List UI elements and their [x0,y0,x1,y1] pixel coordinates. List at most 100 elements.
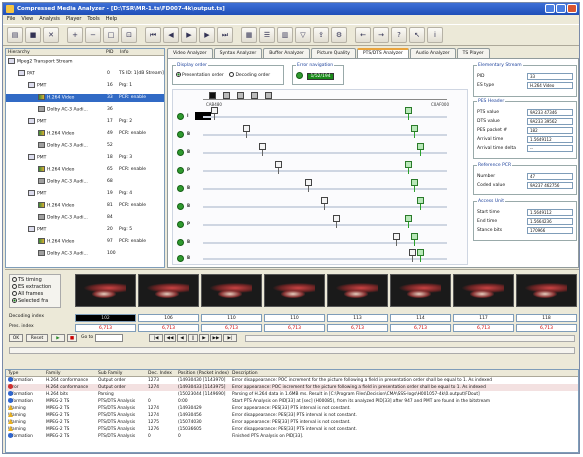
menu-file[interactable]: File [7,15,15,24]
menu-help[interactable]: Help [106,15,117,24]
log-row[interactable]: Warning MPEG-2 TS PTS/DTS Analysis 1274 (149… [6,412,578,419]
dts-marker[interactable] [211,107,218,114]
pres-index-cell[interactable]: 6,713 [390,324,451,332]
frame-status-dot[interactable] [177,131,184,138]
zoom-out-button[interactable]: − [85,27,101,43]
frame-status-dot[interactable] [177,113,184,120]
tree-item[interactable]: H.264 Video 33 PCR: enable [6,94,164,102]
about-button[interactable]: i [427,27,443,43]
play-green-button[interactable]: ▶ [51,334,65,342]
tree-item[interactable]: PMT 17 Prg: 2 [6,118,164,126]
frame-thumbnail[interactable] [390,274,451,307]
goto-input[interactable] [95,334,123,342]
pts-marker[interactable] [417,197,424,204]
decoding-index-cell[interactable]: 110 [201,314,262,322]
view-option-selected-fra[interactable]: Selected fra [12,298,58,305]
tree-item[interactable]: Dolby AC-3 Audi... 52 [6,142,164,150]
log-row[interactable]: Information H.264 conformance Output order… [6,377,578,384]
pres-index-cell[interactable]: 6,713 [138,324,199,332]
step-back-button[interactable]: ◀ [177,334,187,342]
tab-video-analyzer[interactable]: Video Analyzer [167,48,213,58]
menu-player[interactable]: Player [66,15,82,24]
frame-thumbnail[interactable] [75,274,136,307]
tab-picture-quality[interactable]: Picture Quality [310,48,356,58]
prev-frame-button[interactable]: ◀◀ [164,334,176,342]
tree-col-hierarchy[interactable]: Hierarchy [6,49,104,55]
decoding-index-cell[interactable]: 118 [516,314,577,322]
field-value[interactable]: 170966 [527,227,573,234]
tab-audio-analyzer[interactable]: Audio Analyzer [409,48,456,58]
open-button[interactable]: ▤ [7,27,23,43]
tab-buffer-analyzer[interactable]: Buffer Analyzer [263,48,310,58]
pts-marker[interactable] [411,233,418,240]
pts-marker[interactable] [405,215,412,222]
log-col-family[interactable]: Family [46,370,97,377]
frame-thumbnail[interactable] [516,274,577,307]
log-col-description[interactable]: Description [232,370,576,377]
maximize-button[interactable] [556,4,566,13]
pointer-button[interactable]: ↖ [409,27,425,43]
menu-view[interactable]: View [21,15,33,24]
field-value[interactable]: -- [527,145,573,152]
dts-marker[interactable] [259,143,266,150]
view-option-ts-timing[interactable]: TS timing [12,277,58,284]
first-frame-button[interactable]: |◀ [149,334,163,342]
pres-index-cell[interactable]: 6,713 [264,324,325,332]
log-row[interactable]: Error H.264 conformance Output order 1274 (1… [6,384,578,391]
tree-item[interactable]: Dolby AC-3 Audi... 36 [6,106,164,114]
field-value[interactable]: 9A233 47346 [527,109,573,116]
grid-button[interactable]: ▦ [241,27,257,43]
log-row[interactable]: Warning MPEG-2 TS PTS/DTS Analysis 1275 (150… [6,419,578,426]
frame-status-dot[interactable] [177,149,184,156]
ok-button[interactable]: OK [9,334,23,342]
tree-col-info[interactable]: Info [118,49,129,55]
tree-item[interactable]: Dolby AC-3 Audi... 100 [6,250,164,258]
decoding-index-cell[interactable]: 110 [264,314,325,322]
tree-col-pid[interactable]: PID [104,49,118,55]
log-row[interactable]: Warning MPEG-2 TS PTS/DTS Analysis 1274 (149… [6,405,578,412]
pts-marker[interactable] [417,249,424,256]
timeline-scrollbar[interactable] [9,347,575,354]
reset-button[interactable]: Reset [26,334,48,342]
tree-item[interactable]: Dolby AC-3 Audi... 68 [6,178,164,186]
pts-marker[interactable] [405,107,412,114]
zoom-select-button[interactable]: ⊡ [121,27,137,43]
dts-marker[interactable] [243,125,250,132]
log-row[interactable]: Information MPEG-2 TS PTS/DTS Analysis 0 0 Fi… [6,433,578,440]
first-button[interactable]: ⏮ [145,27,161,43]
log-col-dec-index[interactable]: Dec. Index [148,370,177,377]
radio-presentation-order[interactable]: Presentation order [176,72,224,78]
menu-analysis[interactable]: Analysis [39,15,60,24]
close-button[interactable] [567,4,577,13]
log-col-position-packet-index-[interactable]: Position (Packet index) [178,370,231,377]
field-value[interactable]: 33 [527,73,573,80]
menu-tools[interactable]: Tools [87,15,99,24]
tree-item[interactable]: PMT 18 Prg: 3 [6,154,164,162]
decoding-index-cell[interactable]: 114 [390,314,451,322]
pres-index-cell[interactable]: 6,713 [201,324,262,332]
error-nav-value[interactable]: 1/52/194 [307,73,334,80]
field-value[interactable]: 1.5649112 [527,136,573,143]
dts-marker[interactable] [305,179,312,186]
dts-marker[interactable] [333,215,340,222]
frame-thumbnail[interactable] [327,274,388,307]
back-button[interactable]: ← [355,27,371,43]
tree-item[interactable]: PAT 0 TS ID: 1[dB Stream] [6,70,164,78]
tree-item[interactable]: PMT 16 Prg: 1 [6,82,164,90]
timing-diagram[interactable]: CAB480 C0AF000 IBBPBBPBB [172,89,468,265]
step-forward-button[interactable]: ▶ [199,334,209,342]
frame-thumbnail[interactable] [201,274,262,307]
frame-status-dot[interactable] [177,255,184,262]
frame-status-dot[interactable] [177,203,184,210]
tab-syntax-analyzer[interactable]: Syntax Analyzer [213,48,263,58]
log-col-sub-family[interactable]: Sub Family [98,370,147,377]
forward-button[interactable]: → [373,27,389,43]
filter-button[interactable]: ▽ [295,27,311,43]
save-button[interactable]: ■ [25,27,41,43]
settings-button[interactable]: ⚙ [331,27,347,43]
play-button[interactable]: ▶ [181,27,197,43]
tree-item[interactable]: H.264 Video 49 PCR: enable [6,130,164,138]
dts-marker[interactable] [321,197,328,204]
field-value[interactable]: 182 [527,127,573,134]
hierarchy-tree[interactable]: Hierarchy PID Info Mpeg2 Transport Strea… [5,48,165,268]
